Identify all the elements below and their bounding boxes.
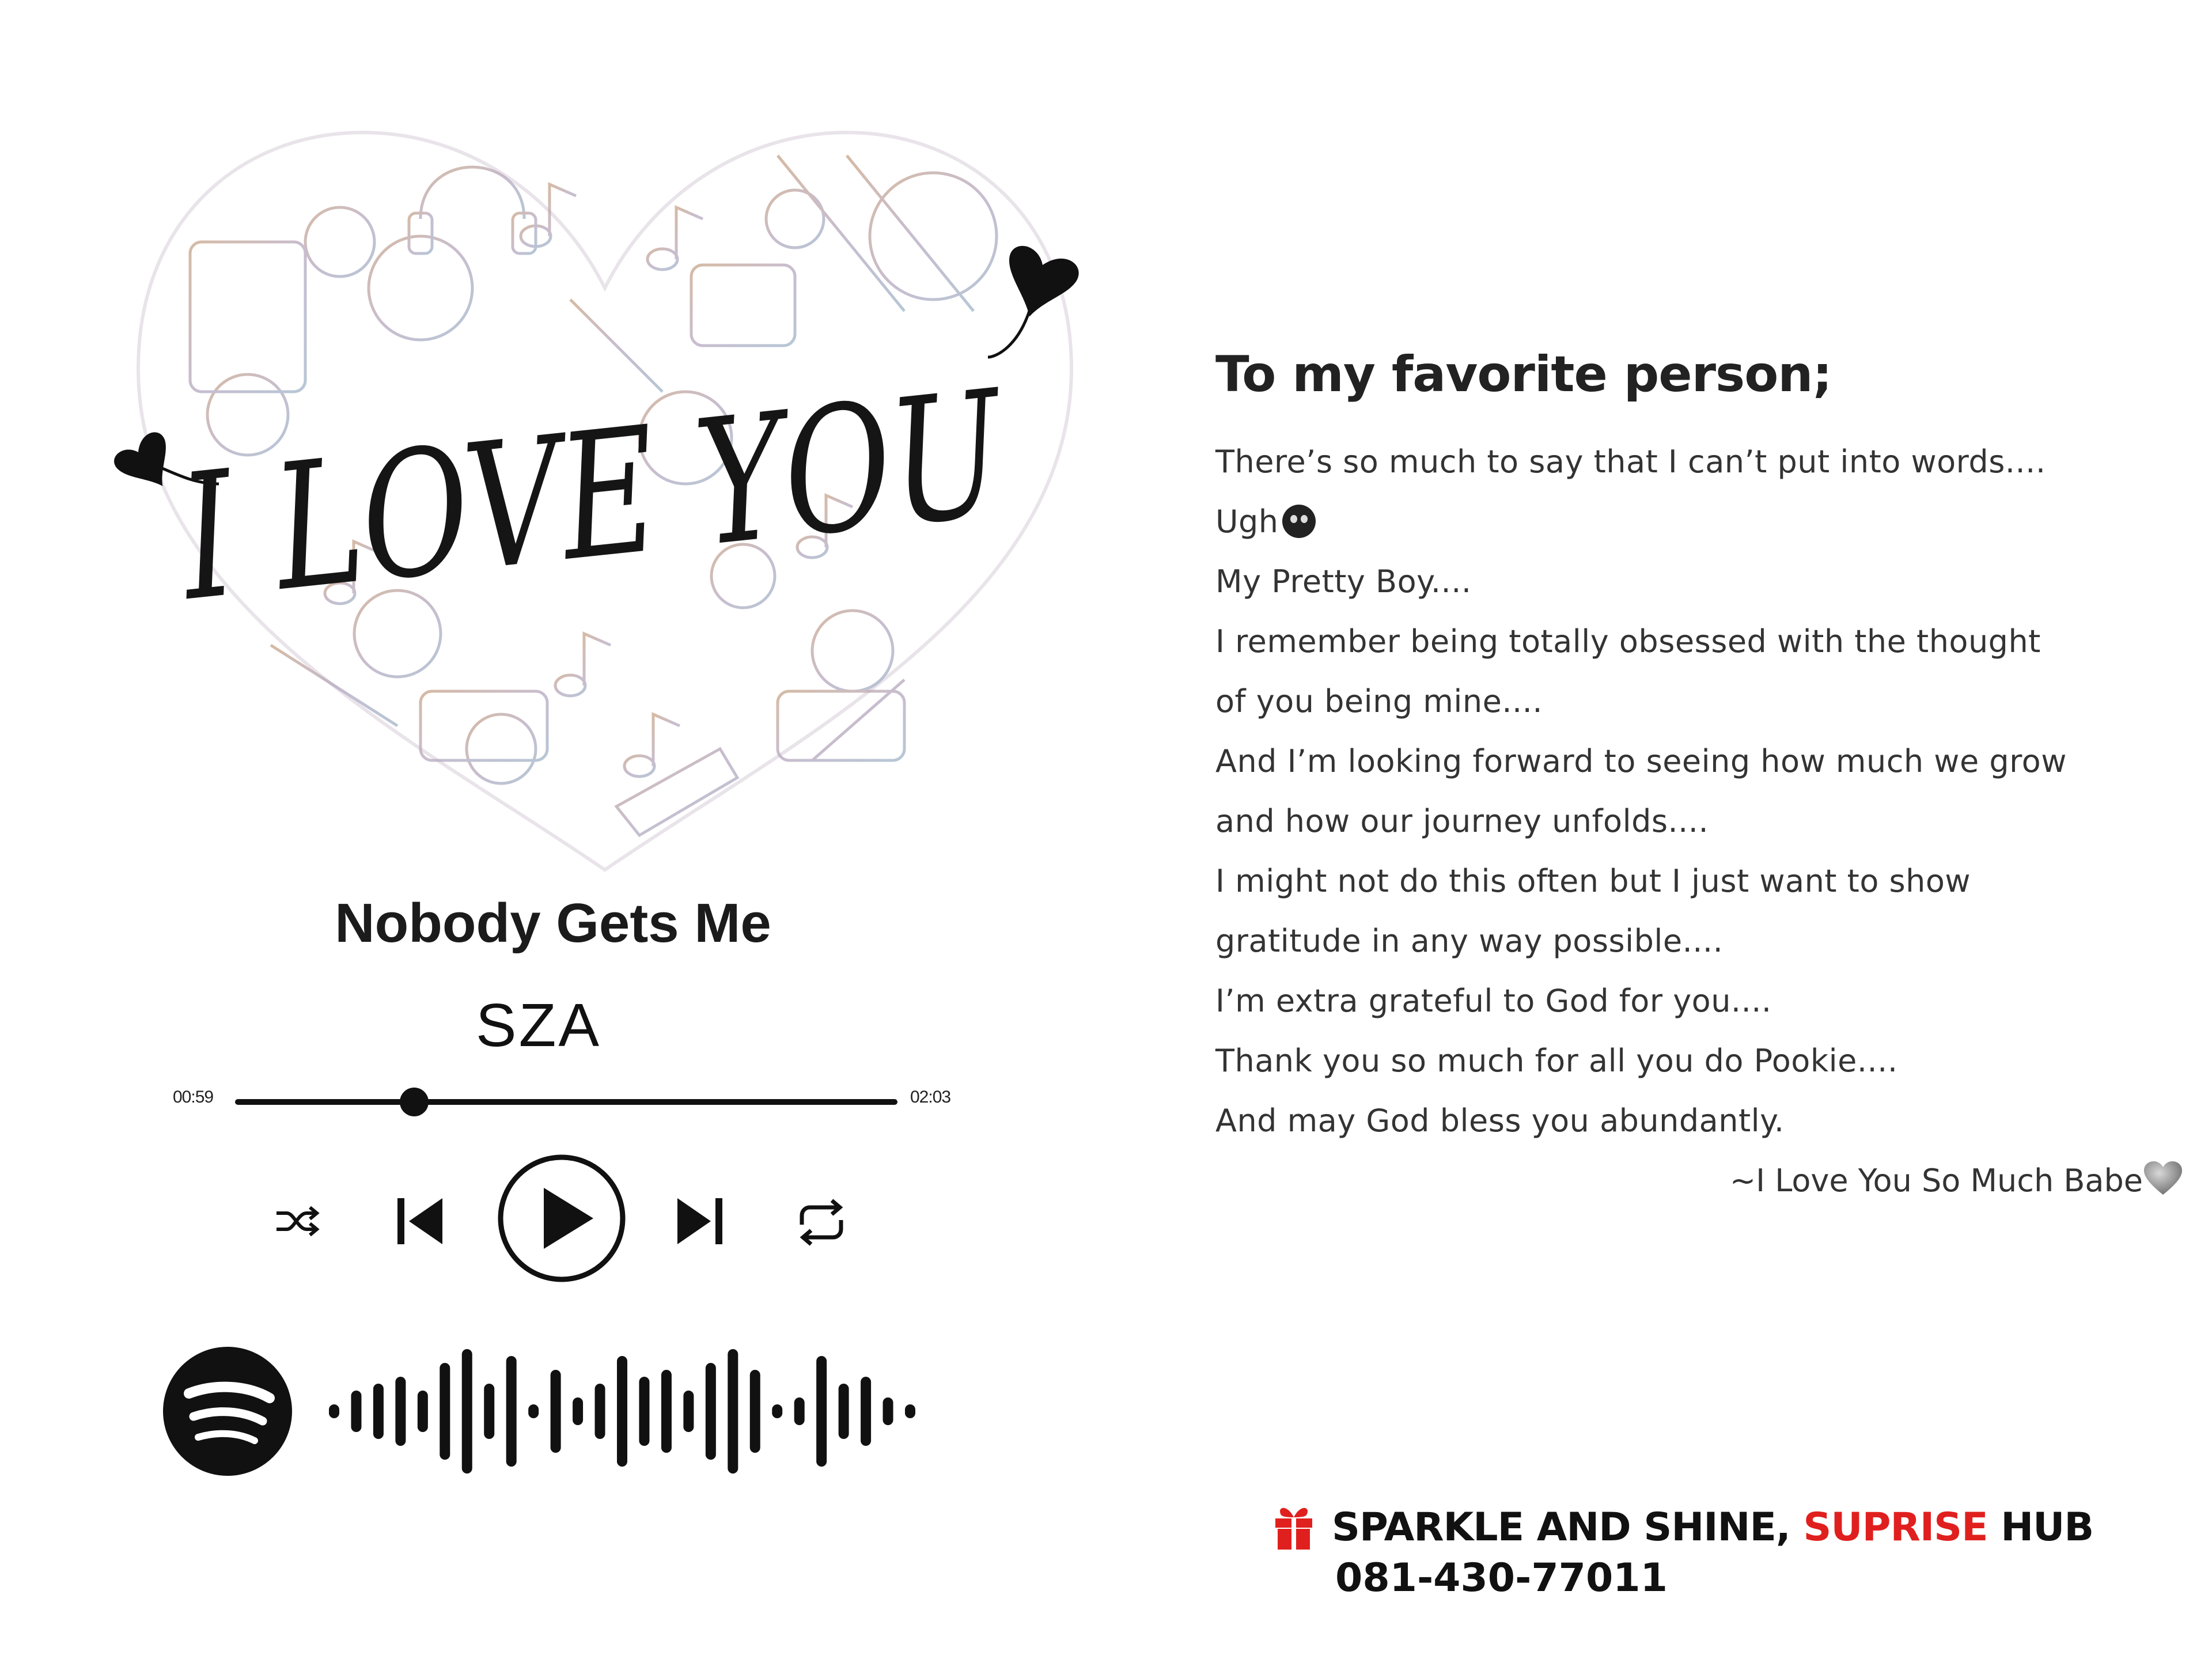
letter: To my favorite person; There’s so much t… [1215,346,2195,1211]
time-total: 02:03 [910,1088,951,1107]
sad-face-icon [1282,505,1316,538]
brand-name-part2: HUB [1987,1505,2094,1550]
letter-heading: To my favorite person; [1215,346,1832,403]
spotify-code-bar [373,1384,384,1439]
song-artist: SZA [475,991,602,1059]
gift-icon [1275,1508,1312,1550]
play-icon [544,1188,593,1249]
play-button[interactable] [495,1152,628,1285]
time-elapsed: 00:59 [173,1088,214,1107]
spotify-code-bar [528,1404,539,1418]
letter-line: of you being mine.... [1215,683,1543,719]
progress-bar[interactable] [235,1099,897,1105]
spotify-code-bar [728,1349,738,1474]
letter-line-text: Ugh [1215,503,1279,540]
progress-knob[interactable] [399,1088,429,1116]
letter-line: I’m extra grateful to God for you.... [1215,983,1772,1019]
letter-signoff: ~I Love You So Much Babe [1215,1151,2195,1211]
brand-name-part1: SPARKLE AND SHINE, [1332,1505,1804,1550]
spotify-code-bar [461,1349,472,1474]
spotify-code-bar [861,1377,872,1446]
spotify-code-bar [395,1377,406,1446]
song-title: Nobody Gets Me [335,892,771,954]
spotify-code-bar [683,1391,694,1432]
letter-line: and how our journey unfolds.... [1215,803,1709,839]
spotify-code-bar [661,1370,672,1453]
spotify-code-bar [440,1363,450,1460]
letter-line: I might not do this often but I just wan… [1215,863,1971,899]
spotify-code-bar [905,1404,915,1418]
spotify-code-bar [838,1384,849,1439]
letter-line: Ugh [1215,492,2195,552]
heart-artwork: I LOVE YOU [114,130,1079,872]
spotify-code-bar [484,1384,495,1439]
i-love-you-headline: I LOVE YOU [169,353,1016,639]
spotify-code [329,1349,915,1474]
repeat-icon[interactable] [794,1198,849,1247]
brand-name-accent: SUPRISE [1803,1505,1988,1550]
grey-heart-icon [2144,1161,2182,1195]
small-heart-right [1009,246,1079,317]
signoff-text: ~I Love You So Much Babe [1729,1162,2143,1199]
spotify-code-bar [329,1404,339,1418]
spotify-code-bar [594,1384,605,1439]
letter-line: gratitude in any way possible.... [1215,923,1724,959]
letter-line: There’s so much to say that I can’t put … [1215,444,2046,480]
spotify-icon [163,1347,292,1476]
spotify-code-bar [617,1356,627,1467]
brand-phone: 081-430-77011 [1335,1555,1668,1601]
spotify-code-bar [882,1397,893,1425]
spotify-code-bar [816,1356,827,1467]
letter-line: My Pretty Boy.... [1215,563,1472,600]
letter-line: And I’m looking forward to seeing how mu… [1215,743,2067,779]
spotify-code-bar [417,1391,428,1432]
spotify-code-bar [639,1377,650,1446]
shuffle-icon[interactable] [274,1203,320,1240]
letter-line: And may God bless you abundantly. [1215,1103,1785,1139]
spotify-code-bar [573,1397,584,1425]
brand-name: SPARKLE AND SHINE, SUPRISE HUB [1332,1505,2094,1550]
spotify-code-bar [772,1404,783,1418]
spotify-code-bar [749,1370,760,1453]
letter-line: Thank you so much for all you do Pookie.… [1215,1043,1898,1079]
spotify-code-bar [506,1356,517,1467]
skip-next-icon[interactable] [673,1192,728,1250]
skip-previous-icon[interactable] [392,1192,447,1250]
spotify-code-bar [550,1370,561,1453]
spotify-code-bar [351,1391,362,1432]
spotify-code-bar [794,1397,805,1425]
spotify-code-bar [705,1363,716,1460]
letter-line: I remember being totally obsessed with t… [1215,623,2041,660]
